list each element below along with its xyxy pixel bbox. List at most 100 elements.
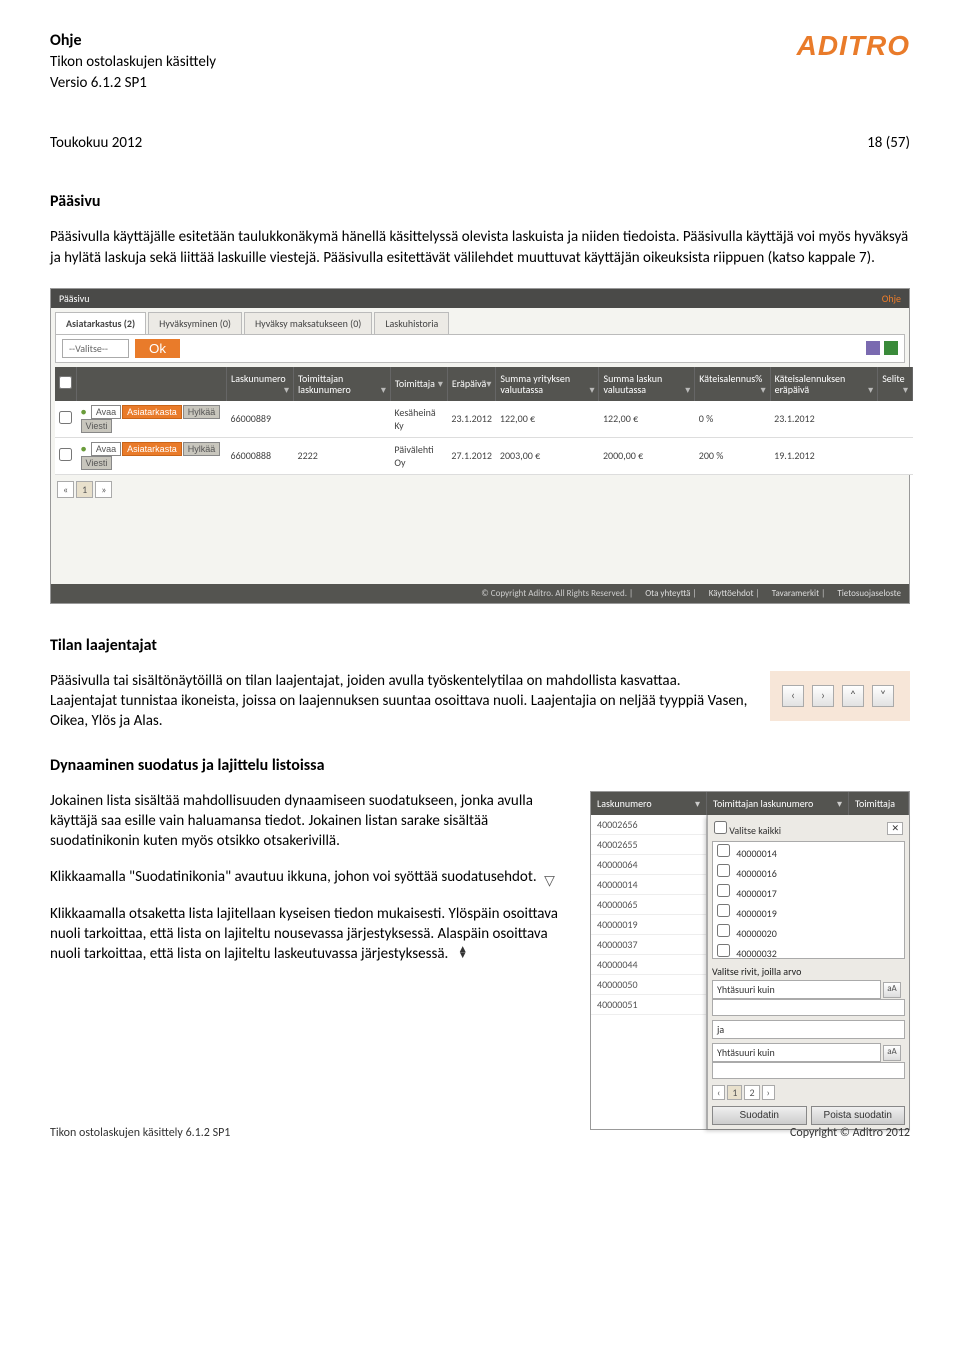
hdr-toimittaja[interactable]: Toimittaja — [849, 792, 909, 815]
filter-popup: Valitse kaikki ✕ 40000014 40000016 40000… — [707, 815, 909, 1129]
col-kateisalennus-pvm[interactable]: Käteisalennuksen eräpäivä▾ — [770, 367, 878, 401]
export-excel-icon[interactable] — [884, 341, 898, 355]
expander-right-icon[interactable]: › — [812, 685, 834, 707]
list-item: 40000064 — [591, 855, 706, 875]
col-kateisalennus[interactable]: Käteisalennus%▾ — [695, 367, 770, 401]
col-selite[interactable]: Selite▾ — [878, 367, 913, 401]
screenshot-filter-popup: Laskunumero▾ Toimittajan laskunumero▾ To… — [590, 791, 910, 1130]
filter-pager-1[interactable]: 1 — [727, 1085, 742, 1100]
section3-p3: Klikkaamalla otsaketta lista lajitellaan… — [50, 904, 570, 965]
status-dot-icon: ● — [81, 405, 87, 418]
list-item: 40000019 — [591, 915, 706, 935]
footer-trademarks[interactable]: Tavaramerkit — [772, 588, 819, 599]
aditro-logo: ADITRO — [797, 30, 910, 62]
case-toggle-button[interactable]: aA — [883, 982, 901, 998]
row-checkbox[interactable] — [59, 411, 72, 424]
col-laskunumero[interactable]: Laskunumero▾ — [227, 367, 294, 401]
list-item: 40000014 — [591, 875, 706, 895]
list-item: 40000037 — [591, 935, 706, 955]
filter-pager-next[interactable]: › — [762, 1085, 775, 1100]
pager-next[interactable]: » — [95, 481, 112, 498]
cell-toimittaja: Kesäheinä Ky — [390, 401, 447, 438]
clear-filter-button[interactable]: Poista suodatin — [811, 1106, 906, 1125]
asiatarkasta-button[interactable]: Asiatarkasta — [122, 442, 182, 456]
shot1-title: Pääsivu — [59, 292, 90, 305]
footer-privacy[interactable]: Tietosuojaseloste — [837, 588, 901, 599]
shot1-help-link[interactable]: Ohje — [882, 292, 901, 305]
viesti-button[interactable]: Viesti — [81, 456, 113, 470]
expander-up-icon[interactable]: ˄ — [842, 685, 864, 707]
tab-laskuhistoria[interactable]: Laskuhistoria — [374, 312, 449, 334]
asiatarkasta-button[interactable]: Asiatarkasta — [122, 405, 182, 419]
tab-asiatarkastus[interactable]: Asiatarkastus (2) — [55, 312, 146, 334]
cell-laskunumero: 66000889 — [227, 401, 294, 438]
col-toimittajan-laskunumero[interactable]: Toimittajan laskunumero▾ — [294, 367, 391, 401]
funnel-icon — [544, 871, 558, 885]
ok-button[interactable]: Ok — [135, 339, 180, 358]
cell-erapaiva: 23.1.2012 — [447, 401, 496, 438]
cell-summa2: 2000,00 € — [599, 437, 695, 474]
list-item: 40000044 — [591, 955, 706, 975]
hdr-laskunumero[interactable]: Laskunumero▾ — [591, 792, 707, 815]
section3-text: Jokainen lista sisältää mahdollisuuden d… — [50, 791, 570, 981]
avaa-button[interactable]: Avaa — [91, 442, 121, 456]
cell-erapaiva: 27.1.2012 — [447, 437, 496, 474]
filter-value1-input[interactable] — [712, 999, 905, 1016]
list-item: 40000050 — [591, 975, 706, 995]
filter-option[interactable]: 40000019 — [713, 902, 904, 922]
cell-toimnum — [294, 401, 391, 438]
footer-terms[interactable]: Käyttöehdot — [709, 588, 754, 599]
list-item: 40000065 — [591, 895, 706, 915]
hdr-toimittajan-laskunumero[interactable]: Toimittajan laskunumero▾ — [707, 792, 849, 815]
apply-filter-button[interactable]: Suodatin — [712, 1106, 807, 1125]
filter-join-select[interactable]: ja — [712, 1020, 905, 1039]
table-row: ● AvaaAsiatarkastaHylkääViesti 66000888 … — [55, 437, 913, 474]
expander-left-icon[interactable]: ‹ — [782, 685, 804, 707]
col-erapaiva[interactable]: Eräpäivä▾ — [447, 367, 496, 401]
viesti-button[interactable]: Viesti — [81, 419, 113, 433]
row-checkbox[interactable] — [59, 448, 72, 461]
list-item: 40002655 — [591, 835, 706, 855]
filter-op1-select[interactable]: Yhtäsuuri kuin — [712, 980, 881, 999]
avaa-button[interactable]: Avaa — [91, 405, 121, 419]
pager-page[interactable]: 1 — [76, 481, 93, 498]
pager-prev[interactable]: « — [57, 481, 74, 498]
hylkaa-button[interactable]: Hylkää — [183, 405, 221, 419]
filter-option[interactable]: 40000020 — [713, 922, 904, 942]
hylkaa-button[interactable]: Hylkää — [183, 442, 221, 456]
shot1-table: Laskunumero▾ Toimittajan laskunumero▾ To… — [55, 367, 913, 475]
filter-option[interactable]: 40000014 — [713, 842, 904, 862]
section3-p2: Klikkaamalla "Suodatinikonia" avautuu ik… — [50, 867, 570, 887]
select-all-checkbox[interactable] — [714, 821, 727, 834]
action-select[interactable]: --Valitse-- — [62, 339, 129, 358]
filter-pager-prev[interactable]: ‹ — [712, 1085, 725, 1100]
cell-alepvm: 23.1.2012 — [770, 401, 878, 438]
save-icon[interactable] — [866, 341, 880, 355]
shot1-pager: « 1 » — [51, 475, 909, 504]
close-icon[interactable]: ✕ — [887, 822, 903, 835]
select-all-label[interactable]: Valitse kaikki — [714, 821, 781, 837]
col-toimittaja[interactable]: Toimittaja▾ — [390, 367, 447, 401]
filter-options-list[interactable]: 40000014 40000016 40000017 40000019 4000… — [712, 841, 905, 959]
filter-option[interactable]: 40000032 — [713, 942, 904, 959]
shot1-tabs: Asiatarkastus (2) Hyväksyminen (0) Hyväk… — [51, 308, 909, 334]
col-summa-yrityksen[interactable]: Summa yrityksen valuutassa▾ — [496, 367, 599, 401]
cell-toimnum: 2222 — [294, 437, 391, 474]
case-toggle-button-2[interactable]: aA — [883, 1045, 901, 1061]
section2-body: Pääsivulla tai sisältönäytöillä on tilan… — [50, 671, 750, 732]
tab-hyvaksyminen[interactable]: Hyväksyminen (0) — [148, 312, 242, 334]
section1-heading: Pääsivu — [50, 192, 910, 211]
footer-contact[interactable]: Ota yhteyttä — [645, 588, 690, 599]
cell-selite — [878, 401, 913, 438]
tab-hyvaksy-maksatukseen[interactable]: Hyväksy maksatukseen (0) — [244, 312, 372, 334]
cell-laskunumero: 66000888 — [227, 437, 294, 474]
col-summa-laskun[interactable]: Summa laskun valuutassa▾ — [599, 367, 695, 401]
filter-pager-2[interactable]: 2 — [744, 1085, 759, 1100]
expander-down-icon[interactable]: ˅ — [872, 685, 894, 707]
filter-option[interactable]: 40000016 — [713, 862, 904, 882]
filter-value2-input[interactable] — [712, 1062, 905, 1079]
filter-option[interactable]: 40000017 — [713, 882, 904, 902]
select-all-checkbox[interactable] — [59, 376, 72, 389]
filter-op2-select[interactable]: Yhtäsuuri kuin — [712, 1043, 881, 1062]
screenshot-paasivu: Pääsivu Ohje Asiatarkastus (2) Hyväksymi… — [50, 288, 910, 604]
